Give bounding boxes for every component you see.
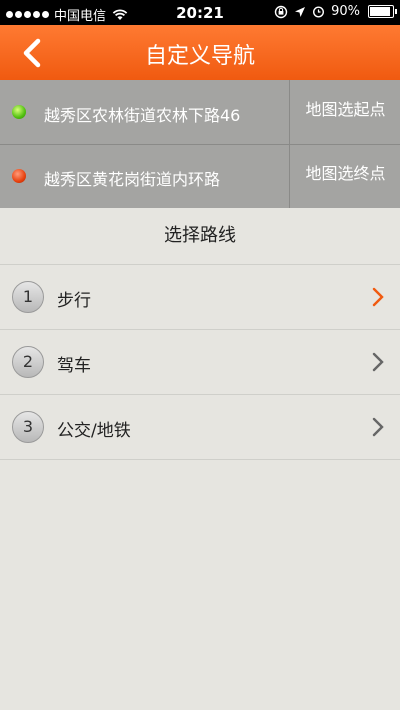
location-arrow-icon bbox=[295, 6, 306, 17]
chevron-right-icon bbox=[372, 417, 384, 437]
route-option-transit[interactable]: 3 公交/地铁 bbox=[0, 395, 400, 460]
status-bar: 中国电信 20:21 90% bbox=[0, 0, 400, 25]
battery-percent: 90% bbox=[331, 4, 360, 19]
section-title: 选择路线 bbox=[0, 208, 400, 265]
battery-level bbox=[370, 7, 390, 16]
end-location-input[interactable]: 越秀区黄花岗街道内环路 bbox=[44, 166, 284, 190]
rotation-lock-icon bbox=[274, 5, 288, 18]
option-label: 步行 bbox=[57, 291, 91, 311]
alarm-icon bbox=[313, 6, 325, 18]
page-title: 自定义导航 bbox=[144, 44, 255, 69]
route-option-walk[interactable]: 1 步行 bbox=[0, 265, 400, 330]
route-panel: 越秀区农林街道农林下路46 地图选起点 越秀区黄花岗街道内环路 地图选终点 bbox=[0, 80, 400, 208]
option-label: 公交/地铁 bbox=[57, 421, 131, 441]
option-label: 驾车 bbox=[57, 356, 91, 376]
chevron-right-icon bbox=[372, 287, 384, 307]
end-point-icon bbox=[12, 169, 26, 183]
status-right: 90% bbox=[274, 4, 397, 19]
battery-icon bbox=[368, 5, 397, 18]
option-number-badge: 3 bbox=[12, 411, 44, 443]
end-location-row: 越秀区黄花岗街道内环路 地图选终点 bbox=[0, 144, 400, 208]
option-number-badge: 2 bbox=[12, 346, 44, 378]
pick-end-on-map-button[interactable]: 地图选终点 bbox=[289, 144, 400, 208]
route-option-drive[interactable]: 2 驾车 bbox=[0, 330, 400, 395]
start-point-icon bbox=[12, 105, 26, 119]
start-location-input[interactable]: 越秀区农林街道农林下路46 bbox=[44, 102, 284, 126]
option-number-badge: 1 bbox=[12, 281, 44, 313]
start-location-row: 越秀区农林街道农林下路46 地图选起点 bbox=[0, 80, 400, 145]
chevron-right-icon bbox=[372, 352, 384, 372]
navigation-bar: 自定义导航 bbox=[0, 25, 400, 80]
pick-start-on-map-button[interactable]: 地图选起点 bbox=[289, 80, 400, 144]
